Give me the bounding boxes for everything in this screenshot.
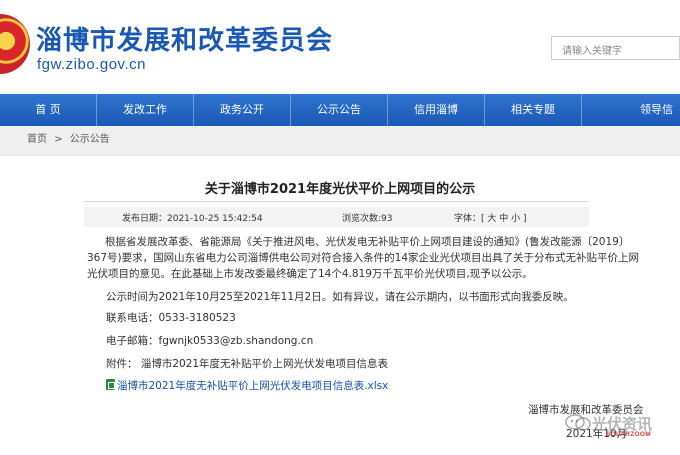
- attachment-label: 附件： 淄博市2021年度无补贴平价上网光伏发电项目信息表: [106, 358, 389, 370]
- nav-item-announcements[interactable]: 公示公告: [291, 94, 388, 126]
- contact-email: 电子邮箱：fgwnjk0533@zb.shandong.cn: [106, 335, 314, 347]
- article-paragraph-2: 公示时间为2021年10月25至2021年11月2日。如有异议，请在公示期内，以…: [106, 291, 574, 303]
- attachment-link[interactable]: 淄博市2021年度无补贴平价上网光伏发电项目信息表.xlsx: [106, 378, 388, 393]
- nav-item-topics[interactable]: 相关专题: [485, 94, 582, 126]
- nav-item-reform-work[interactable]: 发改工作: [97, 94, 194, 126]
- attachment-link-text[interactable]: 淄博市2021年度无补贴平价上网光伏发电项目信息表.xlsx: [117, 380, 388, 392]
- publish-date: 发布日期：2021-10-25 15:42:54: [122, 214, 263, 224]
- title-divider: [84, 201, 589, 202]
- view-count: 浏览次数:93: [342, 214, 393, 224]
- article-title: 关于淄博市2021年度光伏平价上网项目的公示: [204, 182, 476, 197]
- watermark-subtext: SOLARZOOM: [606, 431, 651, 438]
- font-size-switcher[interactable]: 字体：[ 大 中 小 ]: [454, 211, 526, 224]
- watermark-logo-icon: [565, 414, 591, 431]
- site-domain: fgw.zibo.gov.cn: [37, 56, 146, 73]
- site-title[interactable]: 淄博市发展和改革委员会: [36, 20, 333, 57]
- breadcrumb-current[interactable]: 公示公告: [70, 134, 110, 145]
- excel-file-icon: [106, 379, 115, 390]
- main-nav: 首 页 发改工作 政务公开 公示公告 信用淄博 相关专题 领导信: [0, 94, 680, 126]
- search-input[interactable]: 请输入关键字: [551, 36, 680, 60]
- nav-item-public-affairs[interactable]: 政务公开: [194, 94, 291, 126]
- article-paragraph-1: 根据省发展改革委、省能源局《关于推进风电、光伏发电无补贴平价上网项目建设的通知》…: [87, 236, 639, 280]
- breadcrumb: 首页 > 公示公告: [0, 126, 680, 156]
- nav-item-home[interactable]: 首 页: [0, 94, 97, 126]
- site-header: 淄博市发展和改革委员会 fgw.zibo.gov.cn 请输入关键字: [0, 0, 680, 94]
- breadcrumb-home[interactable]: 首页: [27, 134, 47, 145]
- government-emblem-icon: [0, 14, 30, 76]
- breadcrumb-separator: >: [54, 134, 63, 145]
- nav-item-credit-zibo[interactable]: 信用淄博: [388, 94, 485, 126]
- nav-item-leaders[interactable]: 领导信: [582, 94, 679, 126]
- contact-phone: 联系电话：0533-3180523: [106, 312, 236, 324]
